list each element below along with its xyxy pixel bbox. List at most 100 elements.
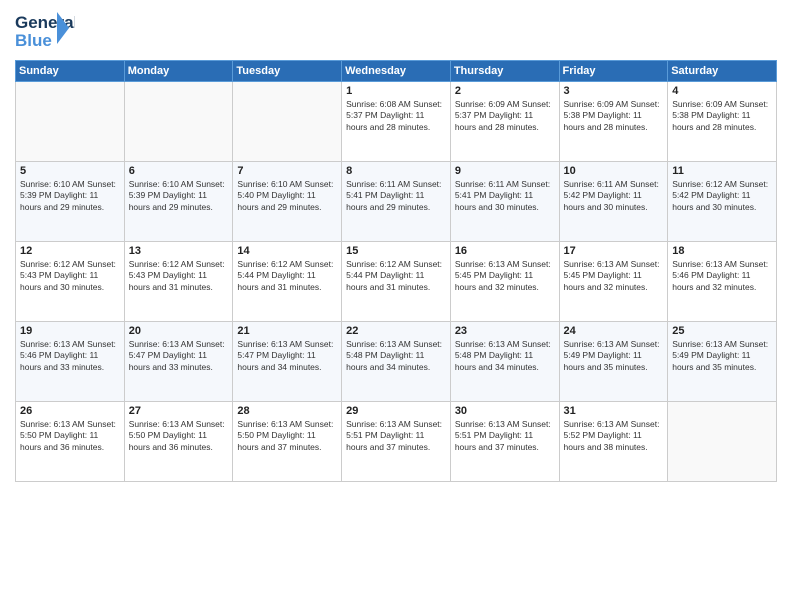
calendar-cell: 2 Sunrise: 6:09 AM Sunset: 5:37 PM Daylig… xyxy=(450,82,559,162)
day-number: 18 xyxy=(672,245,772,257)
calendar-day-header: Thursday xyxy=(450,61,559,82)
day-number: 9 xyxy=(455,165,555,177)
calendar-cell: 26 Sunrise: 6:13 AM Sunset: 5:50 PM Dayli… xyxy=(16,402,125,482)
day-info: Sunrise: 6:11 AM Sunset: 5:42 PM Dayligh… xyxy=(564,179,664,213)
calendar-day-header: Sunday xyxy=(16,61,125,82)
header: GeneralBlue xyxy=(15,10,777,52)
day-number: 26 xyxy=(20,405,120,417)
day-info: Sunrise: 6:09 AM Sunset: 5:38 PM Dayligh… xyxy=(564,99,664,133)
day-info: Sunrise: 6:12 AM Sunset: 5:43 PM Dayligh… xyxy=(129,259,229,293)
day-number: 21 xyxy=(237,325,337,337)
day-number: 25 xyxy=(672,325,772,337)
calendar-cell: 23 Sunrise: 6:13 AM Sunset: 5:48 PM Dayli… xyxy=(450,322,559,402)
calendar-cell: 13 Sunrise: 6:12 AM Sunset: 5:43 PM Dayli… xyxy=(124,242,233,322)
calendar-cell: 25 Sunrise: 6:13 AM Sunset: 5:49 PM Dayli… xyxy=(668,322,777,402)
svg-text:Blue: Blue xyxy=(15,31,52,50)
day-info: Sunrise: 6:13 AM Sunset: 5:50 PM Dayligh… xyxy=(20,419,120,453)
calendar-cell: 12 Sunrise: 6:12 AM Sunset: 5:43 PM Dayli… xyxy=(16,242,125,322)
day-number: 23 xyxy=(455,325,555,337)
logo-icon: GeneralBlue xyxy=(15,10,75,52)
day-info: Sunrise: 6:12 AM Sunset: 5:44 PM Dayligh… xyxy=(346,259,446,293)
calendar-cell: 17 Sunrise: 6:13 AM Sunset: 5:45 PM Dayli… xyxy=(559,242,668,322)
day-number: 1 xyxy=(346,85,446,97)
day-info: Sunrise: 6:13 AM Sunset: 5:45 PM Dayligh… xyxy=(455,259,555,293)
day-info: Sunrise: 6:11 AM Sunset: 5:41 PM Dayligh… xyxy=(346,179,446,213)
day-info: Sunrise: 6:12 AM Sunset: 5:44 PM Dayligh… xyxy=(237,259,337,293)
day-info: Sunrise: 6:13 AM Sunset: 5:46 PM Dayligh… xyxy=(672,259,772,293)
calendar-day-header: Tuesday xyxy=(233,61,342,82)
calendar-cell: 7 Sunrise: 6:10 AM Sunset: 5:40 PM Daylig… xyxy=(233,162,342,242)
calendar-cell: 29Sunrise: 6:13 AM Sunset: 5:51 PM Dayli… xyxy=(342,402,451,482)
day-number: 10 xyxy=(564,165,664,177)
day-info: Sunrise: 6:13 AM Sunset: 5:46 PM Dayligh… xyxy=(20,339,120,373)
day-info: Sunrise: 6:10 AM Sunset: 5:39 PM Dayligh… xyxy=(20,179,120,213)
day-info: Sunrise: 6:12 AM Sunset: 5:43 PM Dayligh… xyxy=(20,259,120,293)
calendar-cell: 22Sunrise: 6:13 AM Sunset: 5:48 PM Dayli… xyxy=(342,322,451,402)
day-info: Sunrise: 6:13 AM Sunset: 5:50 PM Dayligh… xyxy=(129,419,229,453)
day-info: Sunrise: 6:13 AM Sunset: 5:45 PM Dayligh… xyxy=(564,259,664,293)
day-info: Sunrise: 6:11 AM Sunset: 5:41 PM Dayligh… xyxy=(455,179,555,213)
day-info: Sunrise: 6:10 AM Sunset: 5:39 PM Dayligh… xyxy=(129,179,229,213)
day-info: Sunrise: 6:09 AM Sunset: 5:38 PM Dayligh… xyxy=(672,99,772,133)
day-number: 4 xyxy=(672,85,772,97)
day-info: Sunrise: 6:13 AM Sunset: 5:48 PM Dayligh… xyxy=(455,339,555,373)
calendar-header-row: SundayMondayTuesdayWednesdayThursdayFrid… xyxy=(16,61,777,82)
day-number: 11 xyxy=(672,165,772,177)
calendar-cell xyxy=(668,402,777,482)
day-number: 19 xyxy=(20,325,120,337)
calendar-table: SundayMondayTuesdayWednesdayThursdayFrid… xyxy=(15,60,777,482)
calendar-cell: 20Sunrise: 6:13 AM Sunset: 5:47 PM Dayli… xyxy=(124,322,233,402)
calendar-week-row: 26 Sunrise: 6:13 AM Sunset: 5:50 PM Dayli… xyxy=(16,402,777,482)
calendar-cell: 6Sunrise: 6:10 AM Sunset: 5:39 PM Daylig… xyxy=(124,162,233,242)
logo: GeneralBlue xyxy=(15,10,75,52)
day-info: Sunrise: 6:13 AM Sunset: 5:49 PM Dayligh… xyxy=(672,339,772,373)
day-number: 24 xyxy=(564,325,664,337)
page-container: GeneralBlue SundayMondayTuesdayWednesday… xyxy=(0,0,792,612)
calendar-cell: 11Sunrise: 6:12 AM Sunset: 5:42 PM Dayli… xyxy=(668,162,777,242)
day-number: 5 xyxy=(20,165,120,177)
calendar-cell xyxy=(233,82,342,162)
calendar-cell: 30 Sunrise: 6:13 AM Sunset: 5:51 PM Dayli… xyxy=(450,402,559,482)
day-info: Sunrise: 6:13 AM Sunset: 5:49 PM Dayligh… xyxy=(564,339,664,373)
day-number: 17 xyxy=(564,245,664,257)
day-number: 27 xyxy=(129,405,229,417)
day-info: Sunrise: 6:13 AM Sunset: 5:51 PM Dayligh… xyxy=(455,419,555,453)
calendar-cell: 19 Sunrise: 6:13 AM Sunset: 5:46 PM Dayli… xyxy=(16,322,125,402)
day-number: 20 xyxy=(129,325,229,337)
calendar-cell: 21 Sunrise: 6:13 AM Sunset: 5:47 PM Dayli… xyxy=(233,322,342,402)
day-number: 29 xyxy=(346,405,446,417)
day-number: 30 xyxy=(455,405,555,417)
day-number: 28 xyxy=(237,405,337,417)
calendar-cell: 10 Sunrise: 6:11 AM Sunset: 5:42 PM Dayli… xyxy=(559,162,668,242)
day-info: Sunrise: 6:09 AM Sunset: 5:37 PM Dayligh… xyxy=(455,99,555,133)
calendar-cell: 24 Sunrise: 6:13 AM Sunset: 5:49 PM Dayli… xyxy=(559,322,668,402)
day-number: 16 xyxy=(455,245,555,257)
day-number: 14 xyxy=(237,245,337,257)
day-number: 13 xyxy=(129,245,229,257)
day-info: Sunrise: 6:13 AM Sunset: 5:52 PM Dayligh… xyxy=(564,419,664,453)
day-info: Sunrise: 6:13 AM Sunset: 5:48 PM Dayligh… xyxy=(346,339,446,373)
calendar-week-row: 1 Sunrise: 6:08 AM Sunset: 5:37 PM Daylig… xyxy=(16,82,777,162)
calendar-cell: 14 Sunrise: 6:12 AM Sunset: 5:44 PM Dayli… xyxy=(233,242,342,322)
calendar-day-header: Friday xyxy=(559,61,668,82)
calendar-cell: 18 Sunrise: 6:13 AM Sunset: 5:46 PM Dayli… xyxy=(668,242,777,322)
calendar-cell: 3Sunrise: 6:09 AM Sunset: 5:38 PM Daylig… xyxy=(559,82,668,162)
day-number: 15 xyxy=(346,245,446,257)
calendar-day-header: Monday xyxy=(124,61,233,82)
calendar-day-header: Saturday xyxy=(668,61,777,82)
calendar-week-row: 19 Sunrise: 6:13 AM Sunset: 5:46 PM Dayli… xyxy=(16,322,777,402)
calendar-cell: 28Sunrise: 6:13 AM Sunset: 5:50 PM Dayli… xyxy=(233,402,342,482)
day-number: 8 xyxy=(346,165,446,177)
day-info: Sunrise: 6:08 AM Sunset: 5:37 PM Dayligh… xyxy=(346,99,446,133)
calendar-cell xyxy=(124,82,233,162)
day-number: 2 xyxy=(455,85,555,97)
calendar-cell: 9 Sunrise: 6:11 AM Sunset: 5:41 PM Daylig… xyxy=(450,162,559,242)
day-info: Sunrise: 6:10 AM Sunset: 5:40 PM Dayligh… xyxy=(237,179,337,213)
calendar-cell: 4 Sunrise: 6:09 AM Sunset: 5:38 PM Daylig… xyxy=(668,82,777,162)
calendar-day-header: Wednesday xyxy=(342,61,451,82)
calendar-cell: 8 Sunrise: 6:11 AM Sunset: 5:41 PM Daylig… xyxy=(342,162,451,242)
day-number: 12 xyxy=(20,245,120,257)
calendar-cell xyxy=(16,82,125,162)
day-number: 7 xyxy=(237,165,337,177)
day-info: Sunrise: 6:13 AM Sunset: 5:47 PM Dayligh… xyxy=(237,339,337,373)
